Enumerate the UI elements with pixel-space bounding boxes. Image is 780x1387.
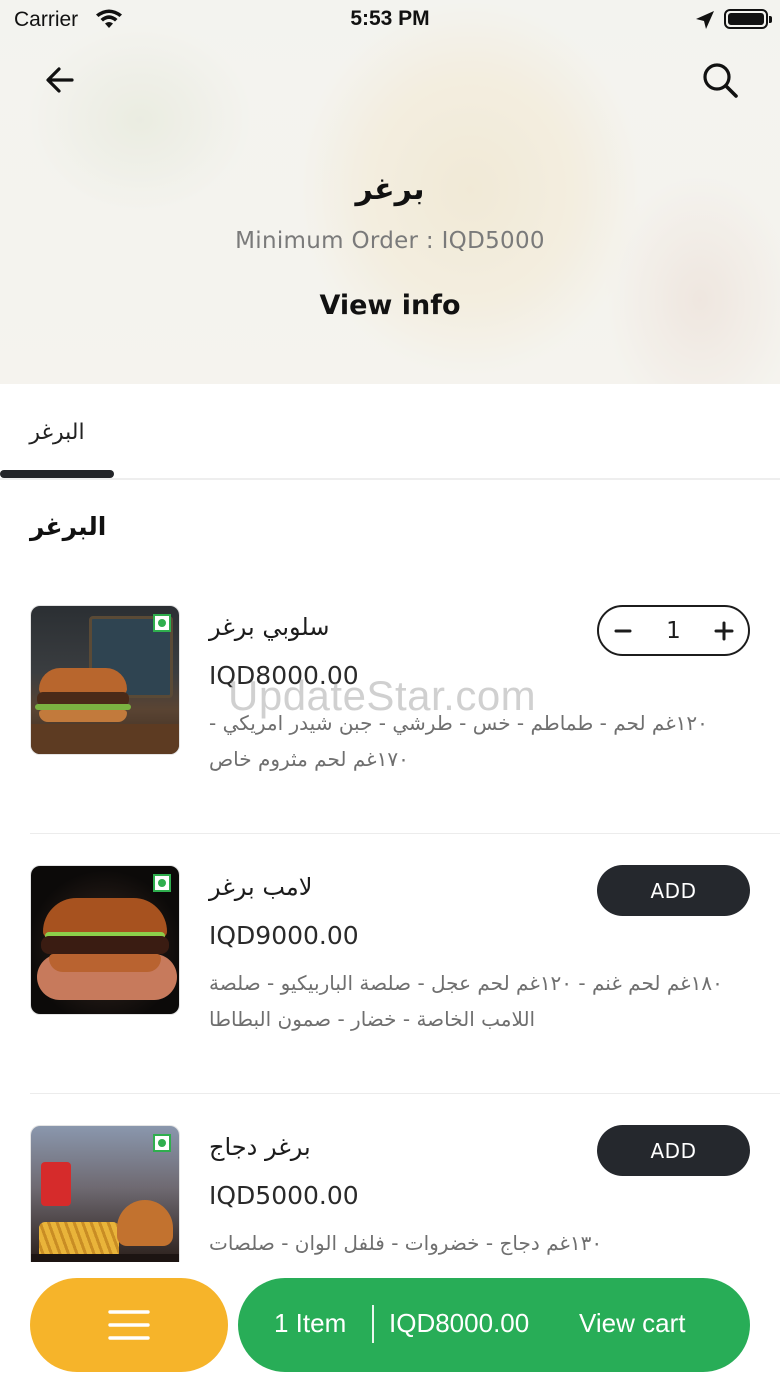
plus-icon	[714, 621, 734, 640]
tab-label: البرغر	[29, 420, 85, 445]
minus-icon	[614, 629, 632, 632]
item-image[interactable]	[30, 865, 180, 1015]
search-button[interactable]	[694, 54, 746, 106]
quantity-value: 1	[666, 617, 681, 644]
add-button[interactable]: ADD	[597, 865, 750, 916]
category-tabs: البرغر	[0, 384, 780, 480]
veg-indicator-icon	[153, 874, 171, 892]
veg-indicator-icon	[153, 614, 171, 632]
item-image[interactable]	[30, 605, 180, 755]
item-price: IQD5000.00	[209, 1181, 359, 1210]
arrow-left-icon	[46, 67, 74, 93]
item-description: ١٣٠غم دجاج - خضروات - فلفل الوان - صلصات	[209, 1231, 603, 1255]
view-cart-button[interactable]: 1 Item IQD8000.00 View cart	[238, 1278, 750, 1372]
item-image[interactable]	[30, 1125, 180, 1262]
item-divider	[30, 833, 780, 834]
section-title: البرغر	[30, 512, 107, 541]
item-description: ١٨٠غم لحم غنم - ١٢٠غم لحم عجل - صلصة الب…	[209, 971, 723, 1031]
increase-quantity-button[interactable]	[700, 607, 748, 654]
item-name: سلوبي برغر	[209, 613, 330, 641]
cart-item-count: 1 Item	[274, 1308, 347, 1338]
minimum-order-text: Minimum Order : IQD5000	[235, 228, 545, 254]
tab-burger[interactable]: البرغر	[0, 384, 114, 480]
item-price: IQD8000.00	[209, 661, 359, 690]
item-description: ١٢٠غم لحم - طماطم - خس - طرشي - جبن شيدر…	[209, 711, 708, 771]
quantity-stepper: 1	[597, 605, 750, 656]
restaurant-title: برغر	[355, 172, 425, 207]
item-name: لامب برغر	[209, 873, 313, 901]
veg-indicator-icon	[153, 1134, 171, 1152]
view-info-link[interactable]: View info	[0, 290, 780, 321]
decrease-quantity-button[interactable]	[599, 607, 647, 654]
hamburger-menu-icon	[108, 1310, 150, 1340]
restaurant-header: Carrier 5:53 PM برغر Minimum Order : IQD…	[0, 0, 780, 384]
status-bar: Carrier 5:53 PM	[0, 0, 780, 40]
view-cart-label: View cart	[579, 1308, 686, 1338]
categories-menu-button[interactable]	[30, 1278, 228, 1372]
item-divider	[30, 1093, 780, 1094]
back-button[interactable]	[36, 56, 84, 104]
add-button[interactable]: ADD	[597, 1125, 750, 1176]
search-icon	[703, 63, 738, 98]
item-name: برغر دجاج	[209, 1133, 311, 1161]
cart-total: IQD8000.00	[389, 1308, 530, 1338]
item-price: IQD9000.00	[209, 921, 359, 950]
clock: 5:53 PM	[350, 7, 430, 30]
location-arrow-icon	[694, 9, 716, 35]
active-tab-indicator	[0, 470, 114, 478]
battery-icon	[724, 9, 772, 29]
cart-divider	[372, 1305, 374, 1343]
